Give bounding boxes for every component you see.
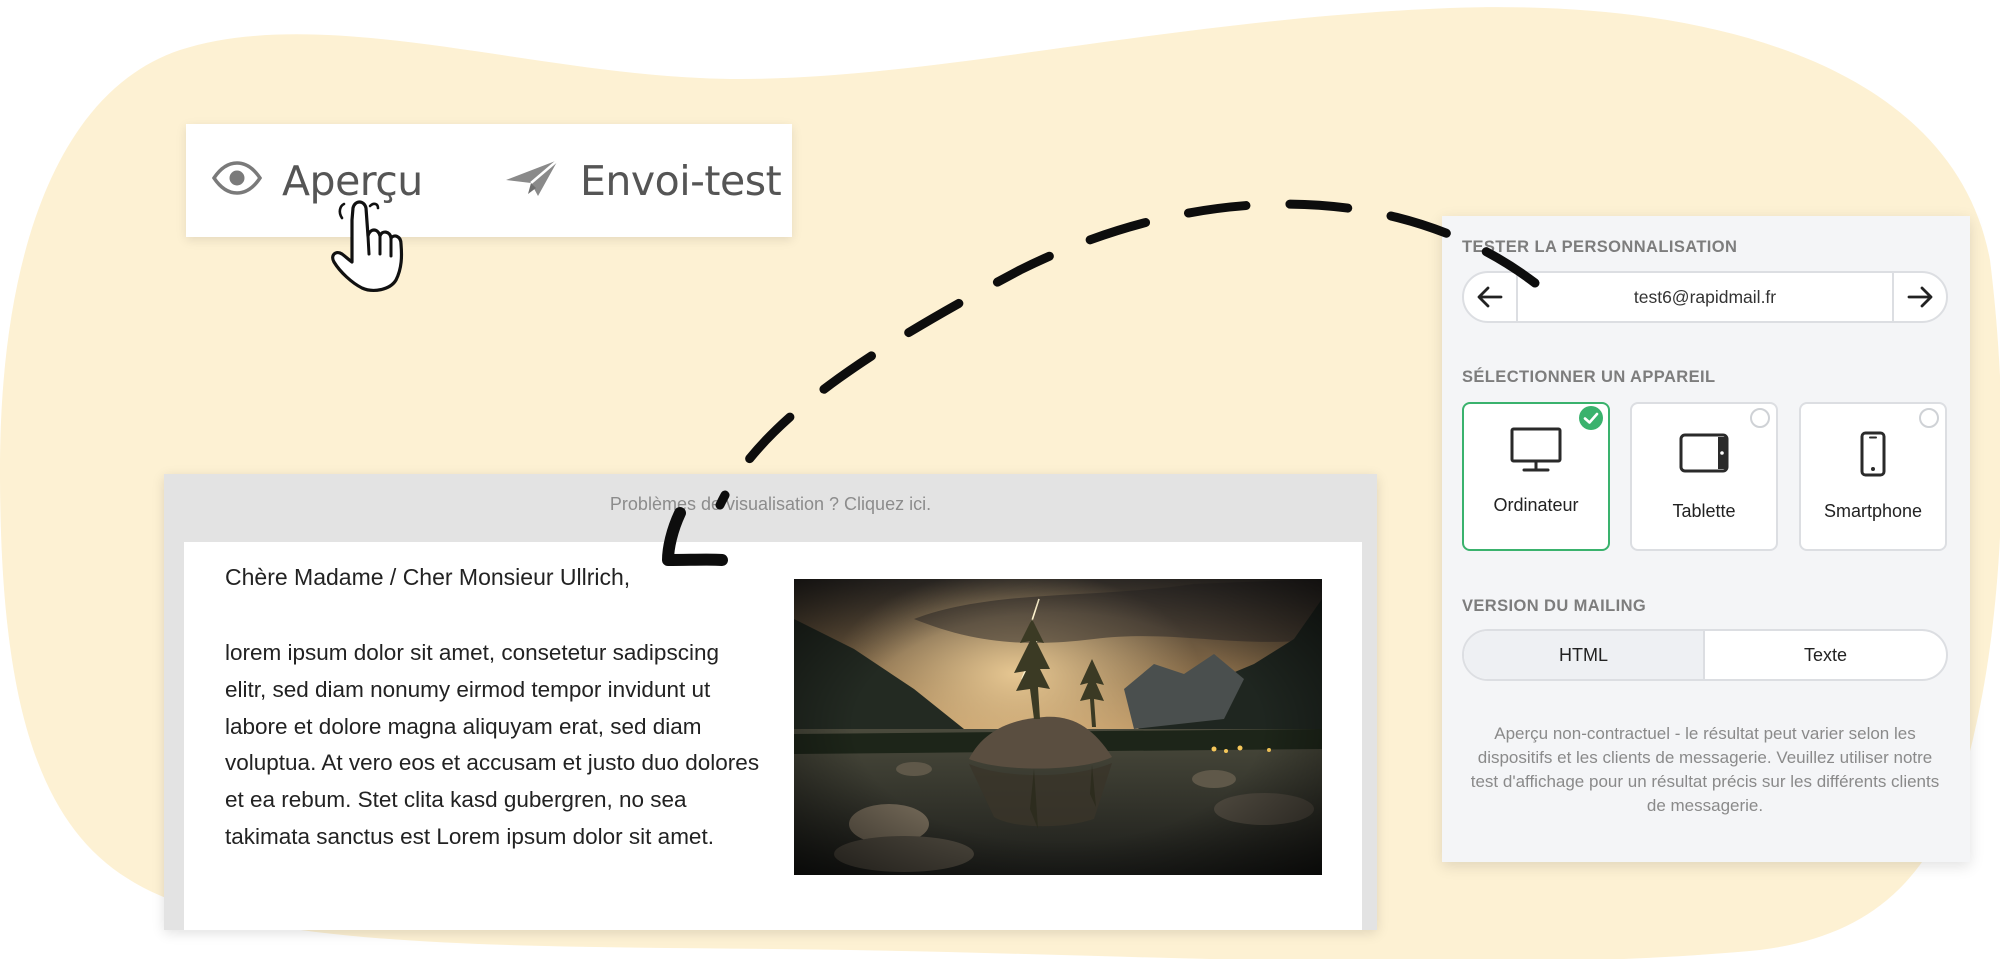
device-label-desktop: Ordinateur [1493,495,1579,515]
preview-disclaimer: Aperçu non-contractuel - le résultat peu… [1470,724,1940,815]
radio-unchecked-icon [1919,408,1939,428]
monitor-icon [1464,426,1608,479]
version-html-option[interactable]: HTML [1464,631,1705,679]
hand-pointer-icon [331,200,404,292]
test-send-button[interactable]: Envoi-test [504,124,782,237]
personalization-heading: TESTER LA PERSONNALISATION [1462,238,1738,256]
device-option-desktop[interactable]: Ordinateur [1462,402,1610,551]
email-greeting: Chère Madame / Cher Monsieur Ullrich, [225,564,631,590]
device-heading: SÉLECTIONNER UN APPAREIL [1462,368,1716,386]
smartphone-icon [1801,430,1945,483]
version-text-option[interactable]: Texte [1705,631,1946,679]
email-body: Chère Madame / Cher Monsieur Ullrich, lo… [184,542,1362,930]
view-online-link[interactable]: Problèmes de visualisation ? Cliquez ici… [164,494,1377,515]
preview-settings-panel: TESTER LA PERSONNALISATION test6@rapidma… [1442,216,1970,862]
paper-plane-icon [504,158,560,203]
preview-toolbar: Aperçu Envoi-test [186,124,792,237]
eye-icon [211,161,263,200]
next-recipient-button[interactable] [1892,273,1946,321]
test-recipient-selector: test6@rapidmail.fr [1462,271,1948,323]
tablet-icon [1632,432,1776,479]
email-body-text: lorem ipsum dolor sit amet, consetetur s… [225,640,760,849]
device-option-tablet[interactable]: Tablette [1630,402,1778,551]
radio-unchecked-icon [1750,408,1770,428]
landscape-image [794,579,1322,875]
test-recipient-email: test6@rapidmail.fr [1633,287,1777,307]
arrow-right-icon [1907,286,1933,308]
device-label-smartphone: Smartphone [1823,501,1923,521]
version-heading: VERSION DU MAILING [1462,597,1647,615]
arrow-left-icon [1477,286,1503,308]
version-toggle: HTML Texte [1462,629,1948,681]
email-preview: Problèmes de visualisation ? Cliquez ici… [164,474,1377,930]
device-option-smartphone[interactable]: Smartphone [1799,402,1947,551]
test-send-label: Envoi-test [580,156,782,205]
previous-recipient-button[interactable] [1464,273,1518,321]
device-label-tablet: Tablette [1672,501,1736,521]
